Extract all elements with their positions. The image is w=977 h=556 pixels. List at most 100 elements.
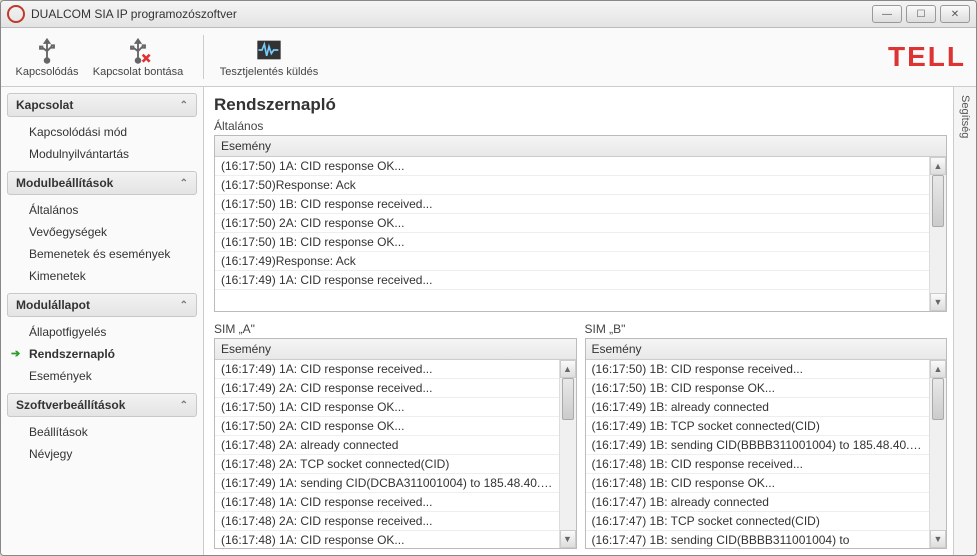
sidebar-item[interactable]: Események xyxy=(7,365,197,387)
window-title: DUALCOM SIA IP programozószoftver xyxy=(31,7,866,21)
sidebar-group-header[interactable]: Modulbeállítások ⌃ xyxy=(7,171,197,195)
help-tab-label: Segítség xyxy=(959,95,971,138)
sim-a-log-header: Esemény xyxy=(215,339,576,360)
log-row[interactable]: (16:17:48) 1B: CID response OK... xyxy=(586,474,931,493)
scrollbar[interactable]: ▲ ▼ xyxy=(929,360,946,548)
titlebar: DUALCOM SIA IP programozószoftver — ☐ ✕ xyxy=(1,1,976,28)
sidebar-item[interactable]: Beállítások xyxy=(7,421,197,443)
sidebar: Kapcsolat ⌃ Kapcsolódási módModulnyilvánta… xyxy=(1,87,204,555)
minimize-button[interactable]: — xyxy=(872,5,902,23)
log-row[interactable]: (16:17:49) 1A: CID response received... xyxy=(215,360,560,379)
log-row[interactable]: (16:17:50) 1A: CID response OK... xyxy=(215,157,930,176)
scroll-down-icon[interactable]: ▼ xyxy=(930,293,946,311)
sim-b-log-header: Esemény xyxy=(586,339,947,360)
sim-b-column: SIM „B" Esemény (16:17:50) 1B: CID respo… xyxy=(585,318,948,549)
log-row[interactable]: (16:17:50) 1B: CID response received... xyxy=(215,195,930,214)
log-row[interactable]: (16:17:49)Response: Ack xyxy=(215,252,930,271)
log-row[interactable]: (16:17:47) 1B: sending CID(BBBB311001004… xyxy=(586,531,931,548)
general-log-rows: (16:17:50) 1A: CID response OK...(16:17:… xyxy=(215,157,946,311)
log-row[interactable]: (16:17:48) 2A: CID response received... xyxy=(215,512,560,531)
general-log: Esemény (16:17:50) 1A: CID response OK..… xyxy=(214,135,947,312)
sidebar-item[interactable]: Vevőegységek xyxy=(7,221,197,243)
app-icon xyxy=(7,5,25,23)
sidebar-item[interactable]: Bemenetek és események xyxy=(7,243,197,265)
log-row[interactable]: (16:17:50) 1B: CID response received... xyxy=(586,360,931,379)
log-row[interactable]: (16:17:48) 1A: CID response received... xyxy=(215,493,560,512)
scroll-thumb[interactable] xyxy=(562,378,574,420)
sidebar-group-title: Modulbeállítások xyxy=(16,176,113,190)
log-row[interactable]: (16:17:50) 1B: CID response OK... xyxy=(215,233,930,252)
scroll-thumb[interactable] xyxy=(932,378,944,420)
sidebar-group-title: Kapcsolat xyxy=(16,98,73,112)
sidebar-group-title: Szoftverbeállítások xyxy=(16,398,125,412)
sim-b-label: SIM „B" xyxy=(585,322,948,336)
log-row[interactable]: (16:17:48) 2A: already connected xyxy=(215,436,560,455)
connect-label: Kapcsolódás xyxy=(16,66,79,78)
chevron-up-icon: ⌃ xyxy=(180,400,188,411)
scrollbar[interactable]: ▲ ▼ xyxy=(559,360,576,548)
scroll-up-icon[interactable]: ▲ xyxy=(560,360,576,378)
sim-a-log: Esemény (16:17:49) 1A: CID response rece… xyxy=(214,338,577,549)
log-row[interactable]: (16:17:50) 1B: CID response OK... xyxy=(586,379,931,398)
log-row[interactable]: (16:17:47) 1B: TCP socket connected(CID) xyxy=(586,512,931,531)
help-tab[interactable]: Segítség xyxy=(953,87,976,555)
usb-icon xyxy=(33,36,61,64)
scroll-up-icon[interactable]: ▲ xyxy=(930,360,946,378)
sidebar-item[interactable]: Kapcsolódási mód xyxy=(7,121,197,143)
maximize-button[interactable]: ☐ xyxy=(906,5,936,23)
toolbar-divider xyxy=(203,35,204,79)
disconnect-button[interactable]: Kapcsolat bontása xyxy=(83,36,193,78)
log-row[interactable]: (16:17:47) 1B: already connected xyxy=(586,493,931,512)
sidebar-item[interactable]: Rendszernapló xyxy=(7,343,197,365)
close-button[interactable]: ✕ xyxy=(940,5,970,23)
testsend-button[interactable]: Tesztjelentés küldés xyxy=(214,36,324,78)
log-row[interactable]: (16:17:49) 1A: sending CID(DCBA311001004… xyxy=(215,474,560,493)
content: Rendszernapló Általános Esemény (16:17:5… xyxy=(204,87,953,555)
chevron-up-icon: ⌃ xyxy=(180,300,188,311)
window-buttons: — ☐ ✕ xyxy=(872,5,970,23)
sim-a-label: SIM „A" xyxy=(214,322,577,336)
chevron-up-icon: ⌃ xyxy=(180,100,188,111)
sidebar-item[interactable]: Általános xyxy=(7,199,197,221)
log-row[interactable]: (16:17:48) 1A: CID response OK... xyxy=(215,531,560,548)
body: Kapcsolat ⌃ Kapcsolódási módModulnyilvánta… xyxy=(1,87,976,555)
page-title: Rendszernapló xyxy=(214,95,947,115)
sim-columns: SIM „A" Esemény (16:17:49) 1A: CID respo… xyxy=(214,318,947,549)
log-row[interactable]: (16:17:50) 2A: CID response OK... xyxy=(215,417,560,436)
general-log-header: Esemény xyxy=(215,136,946,157)
log-row[interactable]: (16:17:49) 1B: already connected xyxy=(586,398,931,417)
log-row[interactable]: (16:17:48) 2A: TCP socket connected(CID) xyxy=(215,455,560,474)
usb-disconnect-icon xyxy=(124,36,152,64)
main: Rendszernapló Általános Esemény (16:17:5… xyxy=(204,87,976,555)
testsend-label: Tesztjelentés küldés xyxy=(220,66,318,78)
scroll-up-icon[interactable]: ▲ xyxy=(930,157,946,175)
scroll-thumb[interactable] xyxy=(932,175,944,227)
log-row[interactable]: (16:17:50) 1A: CID response OK... xyxy=(215,398,560,417)
connect-button[interactable]: Kapcsolódás xyxy=(11,36,83,78)
sidebar-group-header[interactable]: Szoftverbeállítások ⌃ xyxy=(7,393,197,417)
sidebar-item[interactable]: Névjegy xyxy=(7,443,197,465)
log-row[interactable]: (16:17:50) 2A: CID response OK... xyxy=(215,214,930,233)
scroll-down-icon[interactable]: ▼ xyxy=(930,530,946,548)
chevron-up-icon: ⌃ xyxy=(180,178,188,189)
log-row[interactable]: (16:17:49) 1A: CID response received... xyxy=(215,271,930,290)
sidebar-group-header[interactable]: Kapcsolat ⌃ xyxy=(7,93,197,117)
log-row[interactable]: (16:17:50)Response: Ack xyxy=(215,176,930,195)
log-row[interactable]: (16:17:49) 1B: sending CID(BBBB311001004… xyxy=(586,436,931,455)
brand-logo: TELL xyxy=(888,41,966,73)
sidebar-item[interactable]: Kimenetek xyxy=(7,265,197,287)
log-row[interactable]: (16:17:48) 1B: CID response received... xyxy=(586,455,931,474)
general-label: Általános xyxy=(214,119,947,133)
toolbar: Kapcsolódás Kapcsolat bontása Tesztjelen… xyxy=(1,28,976,87)
waveform-icon xyxy=(255,36,283,64)
app-window: DUALCOM SIA IP programozószoftver — ☐ ✕ … xyxy=(0,0,977,556)
log-row[interactable]: (16:17:49) 2A: CID response received... xyxy=(215,379,560,398)
sidebar-group-header[interactable]: Modulállapot⌃ xyxy=(7,293,197,317)
sidebar-item[interactable]: Modulnyilvántartás xyxy=(7,143,197,165)
sim-a-column: SIM „A" Esemény (16:17:49) 1A: CID respo… xyxy=(214,318,577,549)
sidebar-item[interactable]: Állapotfigyelés xyxy=(7,321,197,343)
scrollbar[interactable]: ▲ ▼ xyxy=(929,157,946,311)
log-row[interactable]: (16:17:49) 1B: TCP socket connected(CID) xyxy=(586,417,931,436)
disconnect-label: Kapcsolat bontása xyxy=(93,66,184,78)
scroll-down-icon[interactable]: ▼ xyxy=(560,530,576,548)
